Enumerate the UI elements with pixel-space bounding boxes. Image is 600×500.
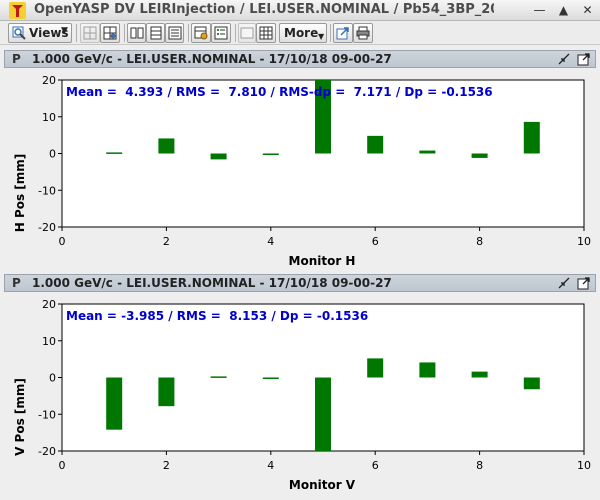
panel-header-v: P 1.000 GeV/c - LEI.USER.NOMINAL - 17/10…	[4, 274, 596, 292]
bar-monitor-2	[158, 138, 175, 154]
y-tick-label: 10	[42, 335, 56, 348]
x-axis-label: Monitor V	[289, 478, 356, 492]
maximize-button[interactable]: ▲	[556, 3, 571, 18]
views-button[interactable]: Views ▼	[8, 23, 72, 43]
detach-icon[interactable]	[577, 276, 591, 290]
window-title: OpenYASP DV LEIRInjection / LEI.USER.NOM…	[34, 2, 494, 17]
x-tick-label: 6	[372, 459, 379, 472]
bar-monitor-8	[471, 153, 488, 158]
h-position-chart: -20-10010201086420 Mean = 4.393 / RMS = …	[13, 74, 591, 268]
toolbar: Views ▼ More ▼	[0, 21, 600, 45]
print-button[interactable]	[353, 23, 373, 43]
title-bar: OpenYASP DV LEIRInjection / LEI.USER.NOM…	[0, 0, 600, 21]
v-position-chart: -20-10010201086420 Mean = -3.985 / RMS =…	[13, 298, 591, 492]
close-button[interactable]: ✕	[580, 3, 595, 18]
bar-monitor-8	[471, 371, 488, 378]
toolbar-separator	[76, 24, 77, 42]
y-tick-label: -10	[38, 184, 56, 197]
bar-monitor-5	[315, 377, 331, 451]
collapse-icon[interactable]	[557, 276, 571, 290]
toolbar-separator	[188, 24, 189, 42]
properties-button[interactable]	[211, 23, 231, 43]
more-button[interactable]: More ▼	[279, 23, 327, 43]
bar-monitor-4	[262, 377, 279, 379]
export-button[interactable]	[333, 23, 353, 43]
x-tick-label: 10	[577, 459, 591, 472]
panel-header-h: P 1.000 GeV/c - LEI.USER.NOMINAL - 17/10…	[4, 50, 596, 68]
y-tick-label: 10	[42, 111, 56, 124]
more-label: More	[284, 26, 319, 40]
panel-p-label: P	[12, 276, 21, 290]
settings-grid-icon	[194, 26, 208, 40]
list-layout-button[interactable]	[165, 23, 184, 43]
bar-monitor-3	[210, 376, 227, 378]
collapse-icon[interactable]	[557, 52, 571, 66]
bar-monitor-9	[523, 377, 540, 390]
panel-title: 1.000 GeV/c - LEI.USER.NOMINAL - 17/10/1…	[32, 276, 392, 290]
settings-button[interactable]	[191, 23, 211, 43]
minimize-button[interactable]: —	[532, 3, 547, 18]
columns-layout-button[interactable]	[127, 23, 146, 43]
export-icon	[336, 27, 349, 40]
x-tick-label: 0	[59, 235, 66, 248]
x-tick-label: 0	[59, 459, 66, 472]
bar-monitor-9	[523, 121, 540, 154]
grid-layout-icon	[83, 26, 97, 40]
x-tick-label: 2	[163, 235, 170, 248]
toolbar-separator	[330, 24, 331, 42]
columns-icon	[130, 27, 144, 39]
bar-monitor-7	[419, 362, 436, 378]
properties-icon	[214, 26, 228, 40]
x-axis-label: Monitor H	[289, 254, 356, 268]
more-dropdown-icon: ▼	[318, 32, 325, 41]
toolbar-separator	[124, 24, 125, 42]
y-tick-label: -10	[38, 408, 56, 421]
bar-monitor-6	[367, 358, 384, 378]
panel-p-label: P	[12, 52, 21, 66]
y-axis-label: H Pos [mm]	[13, 154, 27, 233]
x-tick-label: 2	[163, 459, 170, 472]
stats-text: Mean = 4.393 / RMS = 7.810 / RMS-dp = 7.…	[66, 85, 493, 99]
bar-monitor-7	[419, 150, 436, 154]
y-tick-label: 20	[42, 74, 56, 87]
y-tick-label: -20	[38, 445, 56, 458]
x-tick-label: 8	[476, 235, 483, 248]
y-tick-label: 0	[49, 148, 56, 161]
print-icon	[356, 26, 370, 40]
y-axis-label: V Pos [mm]	[13, 378, 27, 456]
grid-layout-button[interactable]	[80, 23, 100, 43]
y-tick-label: 20	[42, 298, 56, 311]
bar-monitor-1	[106, 377, 123, 430]
single-view-button[interactable]	[238, 23, 256, 43]
y-tick-label: 0	[49, 372, 56, 385]
bar-monitor-1	[106, 152, 123, 154]
toolbar-separator	[235, 24, 236, 42]
detach-icon[interactable]	[577, 52, 591, 66]
list-icon	[168, 26, 182, 40]
bar-monitor-2	[158, 377, 175, 407]
x-tick-label: 6	[372, 235, 379, 248]
stats-text: Mean = -3.985 / RMS = 8.153 / Dp = -0.15…	[66, 309, 368, 323]
rows-layout-button[interactable]	[146, 23, 165, 43]
x-tick-label: 8	[476, 459, 483, 472]
rows-icon	[150, 26, 162, 40]
single-view-icon	[240, 27, 254, 39]
views-dropdown-icon: ▼	[61, 26, 68, 36]
bar-monitor-3	[210, 153, 227, 160]
table-icon	[259, 26, 273, 40]
app-logo-icon	[9, 2, 26, 19]
bar-monitor-6	[367, 135, 384, 154]
views-icon	[12, 26, 26, 40]
tile-layout-icon	[103, 26, 117, 40]
x-tick-label: 4	[267, 235, 274, 248]
y-tick-label: -20	[38, 221, 56, 234]
tile-layout-button[interactable]	[100, 23, 120, 43]
x-tick-label: 10	[577, 235, 591, 248]
table-view-button[interactable]	[256, 23, 276, 43]
x-tick-label: 4	[267, 459, 274, 472]
bar-monitor-4	[262, 153, 279, 155]
panel-title: 1.000 GeV/c - LEI.USER.NOMINAL - 17/10/1…	[32, 52, 392, 66]
